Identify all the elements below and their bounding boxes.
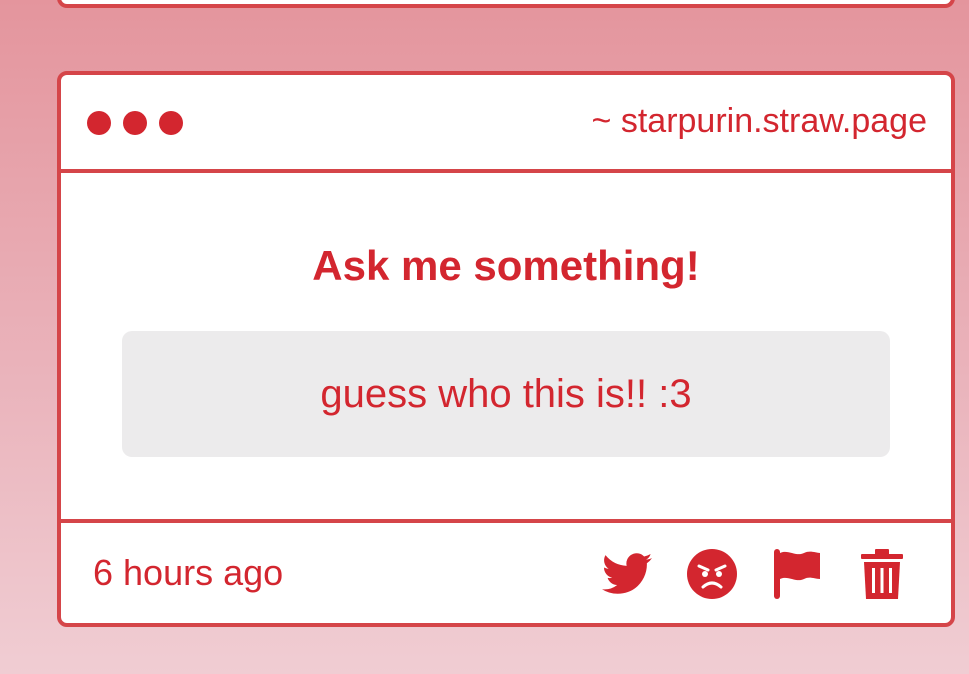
window-dot [123,111,147,135]
prompt-heading: Ask me something! [312,242,700,289]
window-dots [87,111,183,135]
window-titlebar: ~ starpurin.straw.page [61,75,951,173]
twitter-icon [602,553,652,594]
card-content: Ask me something! guess who this is!! :3 [61,173,951,519]
trash-icon [861,549,903,599]
timestamp: 6 hours ago [93,552,284,593]
site-url[interactable]: ~ starpurin.straw.page [592,100,927,142]
react-angry-button[interactable] [687,549,737,599]
share-twitter-button[interactable] [602,549,652,599]
flag-icon [774,549,820,599]
action-bar [567,549,907,599]
question-box: guess who this is!! :3 [122,331,890,457]
question-text: guess who this is!! :3 [320,372,692,416]
window-dot [159,111,183,135]
card-footer: 6 hours ago [61,519,951,623]
angry-face-icon [687,549,737,599]
question-card: ~ starpurin.straw.page Ask me something!… [57,71,955,627]
previous-card-edge [57,0,955,8]
window-dot [87,111,111,135]
report-button[interactable] [772,549,822,599]
delete-button[interactable] [857,549,907,599]
